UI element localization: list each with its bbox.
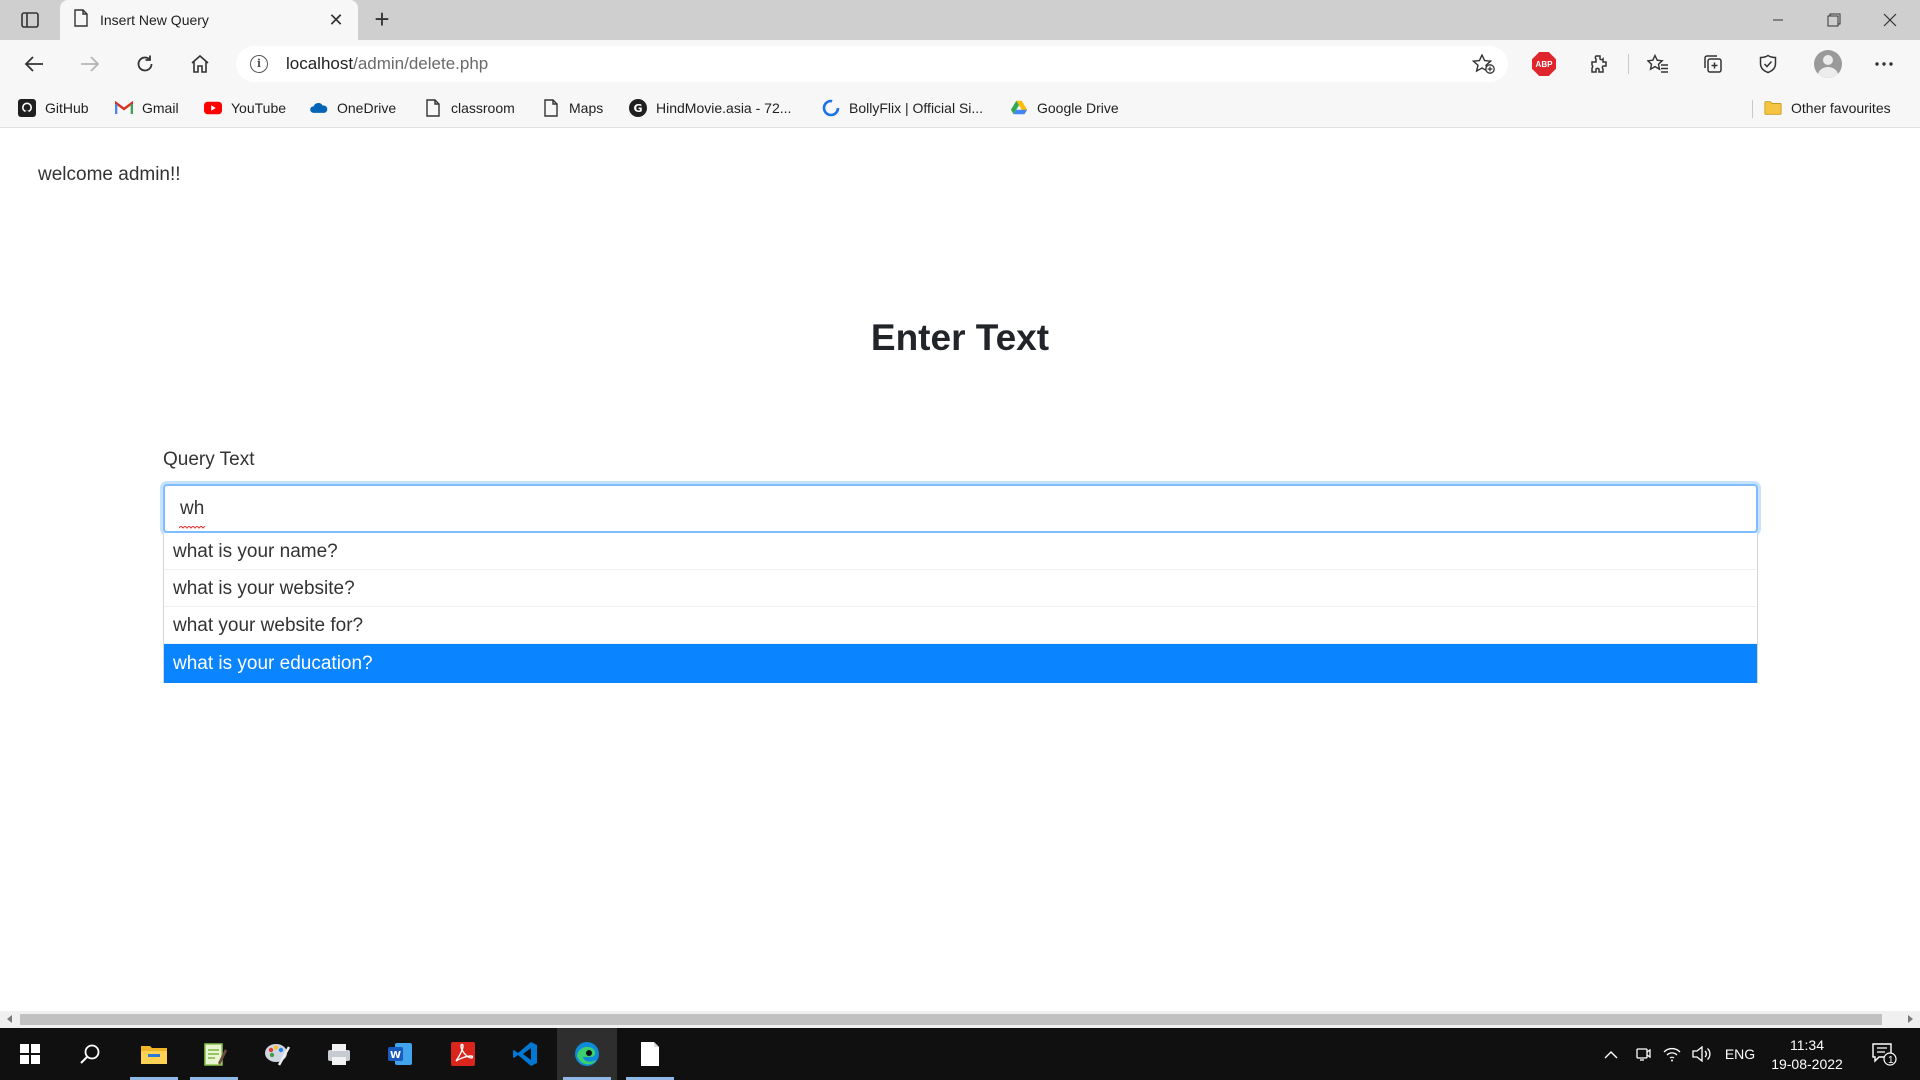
notepad-plus-icon[interactable] (184, 1028, 244, 1080)
spellcheck-underline (179, 526, 206, 529)
tab-close-icon[interactable]: ✕ (326, 10, 346, 30)
bookmark-label: GitHub (45, 100, 89, 116)
bookmark-label: Maps (569, 100, 604, 116)
window-close-icon[interactable] (1862, 0, 1918, 40)
query-text-label: Query Text (163, 449, 255, 470)
scroll-right-icon[interactable] (1908, 1015, 1913, 1023)
adblock-icon[interactable]: ABP (1532, 52, 1556, 76)
clock-time: 11:34 (1790, 1037, 1824, 1053)
meet-now-icon[interactable] (1630, 1028, 1656, 1080)
file-explorer-icon[interactable] (124, 1028, 184, 1080)
bookmark-label: BollyFlix | Official Si... (849, 100, 984, 116)
url-host: localhost (286, 54, 354, 73)
search-icon[interactable] (60, 1028, 120, 1080)
favourites-bar: GitHub Gmail YouTube OneDrive classroom … (0, 88, 1920, 128)
autocomplete-option[interactable]: what is your website? (164, 570, 1757, 607)
g-circle-icon: G (629, 99, 647, 117)
tab-bar: Insert New Query ✕ + (0, 0, 1920, 40)
minimize-icon[interactable] (1750, 0, 1806, 40)
google-drive-icon (1010, 99, 1028, 117)
more-options-icon[interactable] (1866, 48, 1902, 80)
volume-icon[interactable] (1689, 1028, 1715, 1080)
address-bar[interactable]: i localhost/admin/delete.php (236, 46, 1508, 82)
bookmark-label: OneDrive (337, 100, 397, 116)
bookmark-youtube[interactable]: YouTube (204, 98, 286, 118)
youtube-icon (204, 99, 222, 117)
toolbar-divider (1628, 54, 1629, 74)
scrollbar-thumb[interactable] (20, 1014, 1882, 1025)
page-content: welcome admin!! Enter Text Query Text wh… (0, 129, 1920, 1011)
tab-actions-icon[interactable] (16, 9, 44, 31)
url-path: /admin/delete.php (353, 54, 489, 73)
paint-icon[interactable] (247, 1028, 307, 1080)
chevron-up-icon[interactable] (1598, 1028, 1624, 1080)
home-icon[interactable] (182, 48, 218, 80)
welcome-message: welcome admin!! (38, 164, 181, 185)
new-tab-button[interactable]: + (368, 6, 396, 34)
system-clock[interactable]: 11:34 19-08-2022 (1762, 1036, 1852, 1074)
refresh-icon[interactable] (127, 48, 163, 80)
browser-toolbar: i localhost/admin/delete.php ABP (0, 40, 1920, 88)
bookmark-label: YouTube (231, 100, 287, 116)
start-windows-icon[interactable] (0, 1028, 60, 1080)
svg-text:G: G (633, 102, 642, 115)
horizontal-scrollbar[interactable] (0, 1011, 1920, 1028)
bookmark-github[interactable]: GitHub (18, 98, 89, 118)
favourites-icon[interactable] (1640, 48, 1676, 80)
browser-essentials-icon[interactable] (1750, 48, 1786, 80)
tab-title: Insert New Query (100, 12, 209, 28)
active-tab[interactable]: Insert New Query ✕ (60, 0, 358, 40)
scroll-left-icon[interactable] (7, 1015, 12, 1023)
bookmark-label: classroom (451, 100, 515, 116)
autocomplete-dropdown: what is your name? what is your website?… (163, 533, 1758, 683)
printer-app-icon[interactable] (309, 1028, 369, 1080)
add-favourite-icon[interactable] (1471, 53, 1496, 74)
bookmark-classroom[interactable]: classroom (424, 98, 515, 118)
clock-date: 19-08-2022 (1771, 1056, 1843, 1072)
page-icon (74, 8, 88, 32)
gmail-icon (115, 99, 133, 117)
page-icon (424, 99, 442, 117)
bookmark-other-favourites[interactable]: Other favourites (1764, 98, 1891, 118)
bollyflix-icon (822, 99, 840, 117)
word-icon[interactable]: W (370, 1028, 430, 1080)
autocomplete-option[interactable]: what your website for? (164, 607, 1757, 644)
bookmarks-divider (1752, 100, 1753, 118)
bookmark-google-drive[interactable]: Google Drive (1010, 98, 1119, 118)
back-icon[interactable] (16, 48, 52, 80)
notification-center-icon[interactable]: 1 (1864, 1028, 1904, 1080)
bookmark-label: Other favourites (1791, 100, 1891, 116)
page-title: Enter Text (870, 317, 1050, 358)
edge-icon[interactable] (557, 1028, 617, 1080)
autocomplete-option-highlighted[interactable]: what is your education? (164, 644, 1757, 683)
language-indicator[interactable]: ENG (1722, 1028, 1758, 1080)
forward-icon[interactable] (72, 48, 108, 80)
onedrive-icon (310, 99, 328, 117)
github-icon (18, 99, 36, 117)
bookmark-label: HindMovie.asia - 72... (656, 100, 792, 116)
bookmark-label: Gmail (142, 100, 179, 116)
bookmark-maps[interactable]: Maps (542, 98, 603, 118)
windows-taskbar: W ENG 11:34 19-08-2022 1 (0, 1028, 1920, 1080)
notification-count: 1 (1888, 1055, 1894, 1066)
svg-text:W: W (390, 1050, 401, 1061)
bookmark-label: Google Drive (1037, 100, 1119, 116)
bookmark-bollyflix[interactable]: BollyFlix | Official Si... (822, 98, 983, 118)
extensions-icon[interactable] (1580, 48, 1616, 80)
restore-icon[interactable] (1806, 0, 1862, 40)
profile-avatar[interactable] (1814, 50, 1842, 78)
acrobat-icon[interactable] (433, 1028, 493, 1080)
blank-document-icon[interactable] (620, 1028, 680, 1080)
bookmark-gmail[interactable]: Gmail (115, 98, 179, 118)
bookmark-hindmovie[interactable]: G HindMovie.asia - 72... (629, 98, 791, 118)
page-icon (542, 99, 560, 117)
collections-icon[interactable] (1695, 48, 1731, 80)
bookmark-onedrive[interactable]: OneDrive (310, 98, 396, 118)
info-icon[interactable]: i (250, 55, 268, 73)
query-text-input[interactable] (163, 484, 1758, 533)
folder-icon (1764, 99, 1782, 117)
wifi-icon[interactable] (1659, 1028, 1685, 1080)
vscode-icon[interactable] (495, 1028, 555, 1080)
autocomplete-option[interactable]: what is your name? (164, 533, 1757, 570)
